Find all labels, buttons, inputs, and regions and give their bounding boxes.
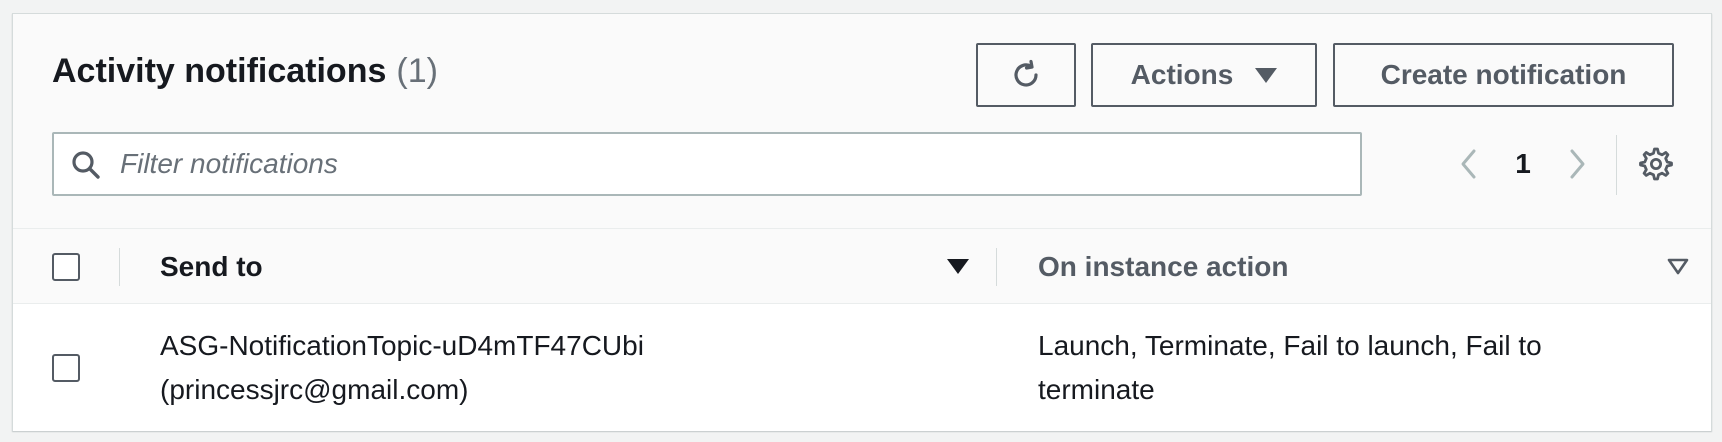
current-page-number[interactable]: 1 bbox=[1505, 148, 1541, 180]
notifications-table: Send to On instance action ASG-Notificat… bbox=[13, 228, 1711, 431]
panel-title-text: Activity notifications bbox=[52, 52, 387, 90]
on-instance-action-line: terminate bbox=[1038, 374, 1155, 405]
create-notification-label: Create notification bbox=[1380, 59, 1627, 90]
column-header-send-to-label: Send to bbox=[160, 251, 263, 282]
filter-notifications-input[interactable] bbox=[118, 134, 1348, 194]
search-icon bbox=[72, 151, 100, 179]
send-to-email: (princessjrc@gmail.com) bbox=[160, 374, 469, 405]
on-instance-action-line: Launch, Terminate, Fail to launch, Fail … bbox=[1038, 330, 1542, 361]
chevron-left-icon bbox=[1461, 149, 1476, 179]
caret-down-icon bbox=[1255, 67, 1278, 83]
column-header-on-instance-action-label: On instance action bbox=[1038, 251, 1289, 282]
previous-page-button[interactable] bbox=[1449, 144, 1489, 184]
on-instance-action-cell: Launch, Terminate, Fail to launch, Fail … bbox=[1038, 324, 1678, 412]
actions-label: Actions bbox=[1130, 59, 1234, 90]
column-header-on-instance-action[interactable]: On instance action bbox=[1038, 229, 1678, 305]
actions-dropdown-button[interactable]: Actions bbox=[1091, 43, 1317, 107]
sort-descending-icon[interactable] bbox=[947, 259, 969, 274]
activity-notifications-panel: Activity notifications (1) Actions Create… bbox=[12, 13, 1712, 431]
preferences-button[interactable] bbox=[1636, 144, 1676, 184]
create-notification-button[interactable]: Create notification bbox=[1333, 43, 1674, 107]
pagination-divider bbox=[1616, 135, 1617, 195]
send-to-topic: ASG-NotificationTopic-uD4mTF47CUbi bbox=[160, 330, 644, 361]
select-all-checkbox[interactable] bbox=[52, 253, 80, 281]
column-header-send-to[interactable]: Send to bbox=[160, 229, 990, 305]
panel-title: Activity notifications (1) bbox=[52, 54, 438, 88]
chevron-right-icon bbox=[1570, 149, 1585, 179]
table-body: ASG-NotificationTopic-uD4mTF47CUbi (prin… bbox=[13, 304, 1711, 431]
send-to-cell: ASG-NotificationTopic-uD4mTF47CUbi (prin… bbox=[160, 324, 960, 412]
refresh-button[interactable] bbox=[976, 43, 1076, 107]
next-page-button[interactable] bbox=[1557, 144, 1597, 184]
refresh-icon bbox=[1014, 59, 1038, 87]
gear-icon bbox=[1639, 147, 1673, 181]
sort-unsorted-icon[interactable] bbox=[1667, 258, 1689, 276]
notification-count: (1) bbox=[396, 52, 438, 90]
column-divider bbox=[119, 248, 120, 286]
table-header: Send to On instance action bbox=[13, 228, 1711, 304]
filter-field[interactable] bbox=[52, 132, 1362, 196]
row-select-checkbox[interactable] bbox=[52, 354, 80, 382]
column-divider bbox=[996, 248, 997, 286]
